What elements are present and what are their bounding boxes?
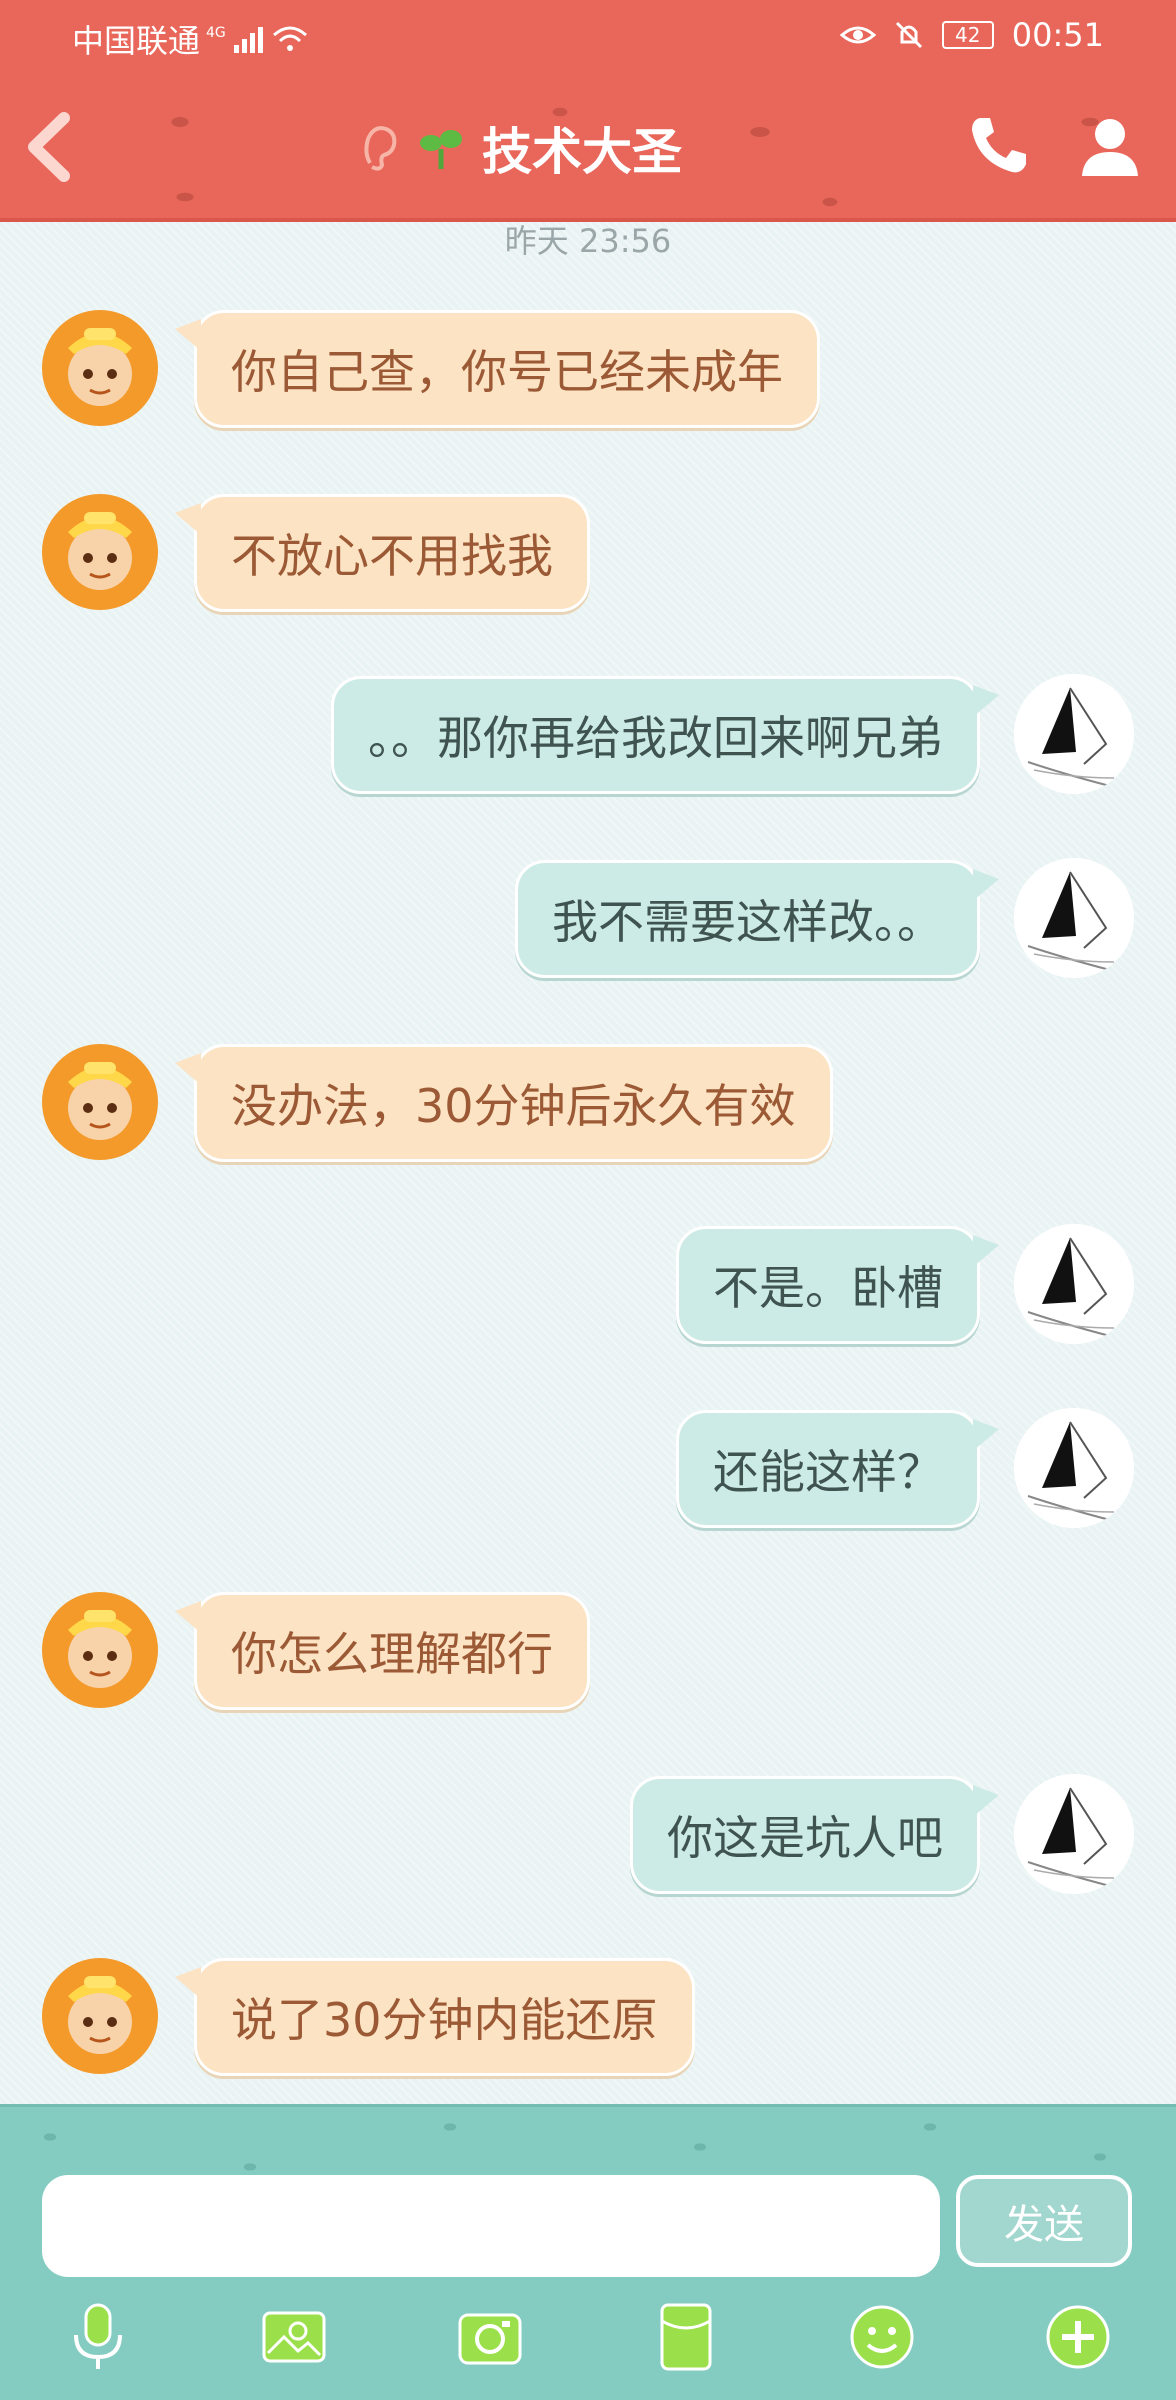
contact-avatar[interactable] — [40, 1042, 160, 1162]
phone-icon[interactable] — [964, 112, 1032, 180]
message-text: 。。那你再给我改回来啊兄弟 — [368, 711, 943, 765]
emoji-icon[interactable] — [846, 2301, 918, 2373]
message-text: 不放心不用找我 — [231, 529, 553, 583]
message-bubble-sent[interactable]: 我不需要这样改。。 — [515, 860, 999, 978]
clock: 00:51 — [1011, 16, 1104, 54]
message-text: 你这是坑人吧 — [667, 1811, 943, 1865]
camera-icon[interactable] — [454, 2301, 526, 2373]
carrier-info: 中国联通 4G — [72, 16, 308, 62]
message-bubble-received[interactable]: 不放心不用找我 — [175, 494, 590, 612]
network-type: 4G — [206, 25, 226, 41]
photo-icon[interactable] — [258, 2301, 330, 2373]
title-area: 技术大圣 — [360, 108, 820, 188]
message-text: 说了30分钟内能还原 — [231, 1993, 658, 2047]
send-button[interactable]: 发送 — [956, 2175, 1132, 2267]
message-text: 没办法，30分钟后永久有效 — [231, 1079, 796, 1133]
contact-avatar[interactable] — [40, 1956, 160, 2076]
signal-icon — [233, 27, 263, 53]
chat-header: 技术大圣 — [0, 72, 1176, 222]
self-avatar[interactable] — [1014, 1408, 1134, 1528]
contact-avatar[interactable] — [40, 308, 160, 428]
plus-icon[interactable] — [1042, 2301, 1114, 2373]
message-input[interactable] — [42, 2175, 940, 2277]
message-text: 你怎么理解都行 — [231, 1627, 553, 1681]
message-timestamp: 昨天 23:56 — [504, 222, 672, 260]
contact-avatar[interactable] — [40, 1590, 160, 1710]
self-avatar[interactable] — [1014, 1774, 1134, 1894]
message-bubble-received[interactable]: 说了30分钟内能还原 — [175, 1958, 695, 2076]
message-bubble-sent[interactable]: 还能这样？ — [676, 1410, 999, 1528]
message-bubble-sent[interactable]: 不是。卧槽 — [676, 1226, 999, 1344]
self-avatar[interactable] — [1014, 1224, 1134, 1344]
contact-profile-icon[interactable] — [1076, 112, 1144, 180]
status-bar: 中国联通 4G 42 00:51 — [0, 0, 1176, 72]
chat-title: 技术大圣 — [482, 123, 682, 181]
ear-icon[interactable] — [360, 123, 400, 173]
message-text: 还能这样？ — [713, 1445, 943, 1499]
message-bubble-received[interactable]: 你自己查，你号已经未成年 — [175, 310, 820, 428]
message-bubble-sent[interactable]: 你这是坑人吧 — [630, 1776, 999, 1894]
microphone-icon[interactable] — [62, 2301, 134, 2373]
red-packet-icon[interactable] — [650, 2301, 722, 2373]
input-bar: 发送 — [0, 2104, 1176, 2400]
back-arrow-icon[interactable] — [20, 112, 80, 182]
sprout-icon — [420, 130, 462, 169]
message-bubble-received[interactable]: 你怎么理解都行 — [175, 1592, 590, 1710]
carrier-name: 中国联通 — [72, 22, 201, 60]
message-text: 不是。卧槽 — [713, 1261, 943, 1315]
message-list[interactable]: 昨天 23:56 你自己查，你号已经未成年 不放心不用找我 。。那你再给我改回来… — [0, 222, 1176, 2104]
message-text: 我不需要这样改。。 — [552, 895, 943, 949]
message-bubble-received[interactable]: 没办法，30分钟后永久有效 — [175, 1044, 833, 1162]
self-avatar[interactable] — [1014, 858, 1134, 978]
wifi-icon — [272, 26, 307, 51]
message-text: 你自己查，你号已经未成年 — [231, 345, 783, 399]
mute-bell-icon — [895, 21, 922, 49]
status-right: 42 00:51 — [839, 16, 1104, 54]
message-bubble-sent[interactable]: 。。那你再给我改回来啊兄弟 — [331, 676, 999, 794]
battery-level: 42 — [941, 21, 994, 49]
eye-icon — [839, 26, 876, 44]
self-avatar[interactable] — [1014, 674, 1134, 794]
contact-avatar[interactable] — [40, 492, 160, 612]
